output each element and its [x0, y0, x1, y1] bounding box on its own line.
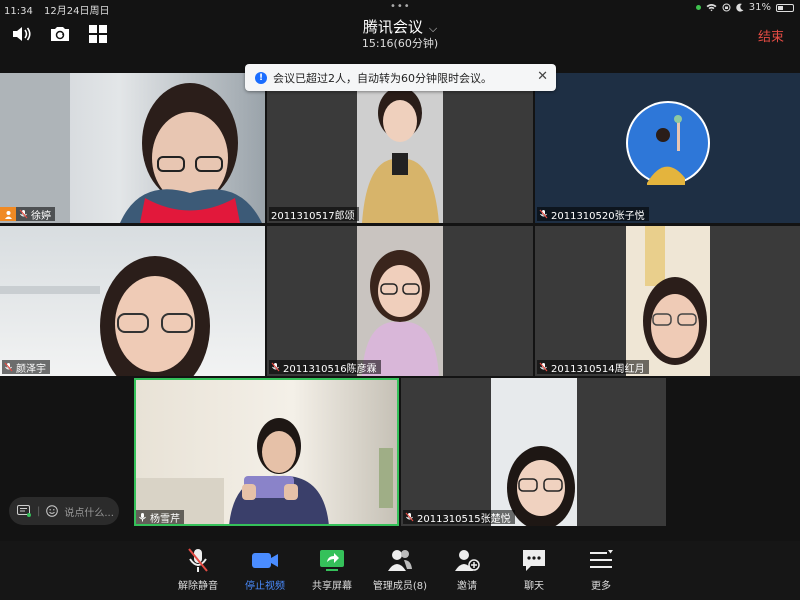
more-button[interactable]: 更多 [565, 547, 637, 592]
participant-name: 2011310517郎颂 [271, 210, 355, 222]
video-tile[interactable]: 2011310516陈彦霖 [267, 226, 533, 376]
muted-mic-icon [405, 512, 414, 522]
participant-name: 徐婷 [31, 210, 51, 222]
participant-name: 2011310515张楚悦 [417, 513, 511, 525]
stop-video-button[interactable]: 停止视频 [229, 547, 301, 592]
more-label: 更多 [591, 581, 611, 592]
participant-avatar [626, 101, 710, 185]
multitasking-dots-icon[interactable]: ••• [390, 1, 411, 12]
participant-label: 徐婷 [0, 207, 55, 222]
muted-mic-icon [4, 362, 13, 372]
chat-label: 聊天 [524, 581, 544, 592]
participant-label: 2011310520张子悦 [537, 207, 649, 222]
participant-label: 2011310517郎颂 [269, 207, 359, 222]
participant-label: 杨雪芹 [136, 510, 184, 525]
chat-quick-input[interactable]: | 说点什么... [9, 497, 119, 525]
participant-name: 2011310520张子悦 [551, 210, 645, 222]
moon-icon [736, 3, 744, 12]
video-tile[interactable]: 徐婷 [0, 73, 265, 223]
stop-video-label: 停止视频 [245, 581, 285, 592]
chat-placeholder: 说点什么... [64, 507, 114, 519]
participant-label: 颜泽宇 [2, 360, 50, 375]
meeting-timer: 15:16(60分钟) [361, 37, 439, 50]
participant-name: 颜泽宇 [16, 363, 46, 375]
chevron-down-icon[interactable]: ⌵ [429, 22, 437, 35]
more-menu-icon [590, 550, 613, 568]
info-icon: ! [255, 71, 267, 84]
share-screen-icon [320, 550, 344, 571]
video-tile[interactable]: 2011310520张子悦 [535, 73, 800, 223]
video-tile[interactable]: 颜泽宇 [0, 226, 265, 376]
meeting-title-text: 腾讯会议 [362, 18, 423, 36]
members-icon [388, 550, 412, 571]
manage-members-button[interactable]: 管理成员(8) [363, 547, 437, 592]
mic-icon [139, 513, 146, 522]
participant-label: 2011310514周红月 [537, 360, 649, 375]
chat-list-icon[interactable] [17, 505, 31, 517]
share-screen-label: 共享屏幕 [312, 581, 352, 592]
muted-mic-icon [188, 548, 208, 572]
participant-video [491, 378, 577, 526]
camera-indicator-icon [695, 5, 701, 10]
video-tile[interactable]: 2011310517郎颂 [267, 73, 533, 223]
bottom-toolbar: 解除静音 停止视频 共享屏幕 管理成员(8) 邀请 聊天 更多 [0, 541, 800, 600]
meeting-header: 腾讯会议 ⌵ 15:16(60分钟) 结束 [0, 16, 800, 54]
chat-bubble-icon [523, 550, 545, 571]
video-tile[interactable]: 2011310514周红月 [535, 226, 800, 376]
muted-mic-icon [271, 362, 280, 372]
end-meeting-button[interactable]: 结束 [758, 26, 784, 45]
muted-mic-icon [19, 209, 28, 219]
close-icon[interactable]: ✕ [537, 69, 548, 84]
participant-video [626, 226, 710, 376]
meeting-title[interactable]: 腾讯会议 ⌵ [0, 16, 800, 37]
invite-label: 邀请 [457, 581, 477, 592]
manage-members-label: 管理成员(8) [372, 581, 428, 592]
battery-icon [776, 3, 794, 12]
participant-video [0, 256, 210, 376]
notice-text: 会议已超过2人，自动转为60分钟限时会议。 [273, 71, 492, 85]
meeting-window: 11:34 12月24日周日 ••• 31% 腾讯会议 ⌵ 15:16(60分钟)… [0, 0, 800, 600]
participant-video [357, 73, 443, 223]
video-camera-icon [252, 553, 278, 568]
participant-name: 2011310514周红月 [551, 363, 645, 375]
video-tile[interactable]: 2011310515张楚悦 [401, 378, 666, 526]
add-user-icon [455, 550, 480, 571]
time-limit-notice: ! 会议已超过2人，自动转为60分钟限时会议。 ✕ [245, 64, 556, 91]
emoji-icon[interactable] [46, 505, 59, 517]
muted-mic-icon [539, 209, 548, 219]
chat-button[interactable]: 聊天 [498, 547, 570, 592]
participant-label: 2011310515张楚悦 [403, 510, 515, 525]
rotation-lock-icon [722, 3, 731, 12]
participant-name: 杨雪芹 [150, 513, 180, 525]
participant-video [0, 73, 262, 223]
participant-video [357, 226, 443, 376]
host-badge-icon [0, 207, 16, 221]
invite-button[interactable]: 邀请 [431, 547, 503, 592]
wifi-icon [706, 4, 717, 12]
status-bar: 11:34 12月24日周日 ••• 31% [0, 0, 800, 17]
participant-label: 2011310516陈彦霖 [269, 360, 381, 375]
unmute-button[interactable]: 解除静音 [162, 547, 234, 592]
divider: | [37, 505, 41, 517]
participant-video [134, 418, 393, 526]
video-tile-active-speaker[interactable]: 杨雪芹 [134, 378, 399, 526]
share-screen-button[interactable]: 共享屏幕 [296, 547, 368, 592]
unmute-label: 解除静音 [178, 581, 218, 592]
muted-mic-icon [539, 362, 548, 372]
participant-name: 2011310516陈彦霖 [283, 363, 377, 375]
battery-percent: 31% [748, 2, 771, 13]
